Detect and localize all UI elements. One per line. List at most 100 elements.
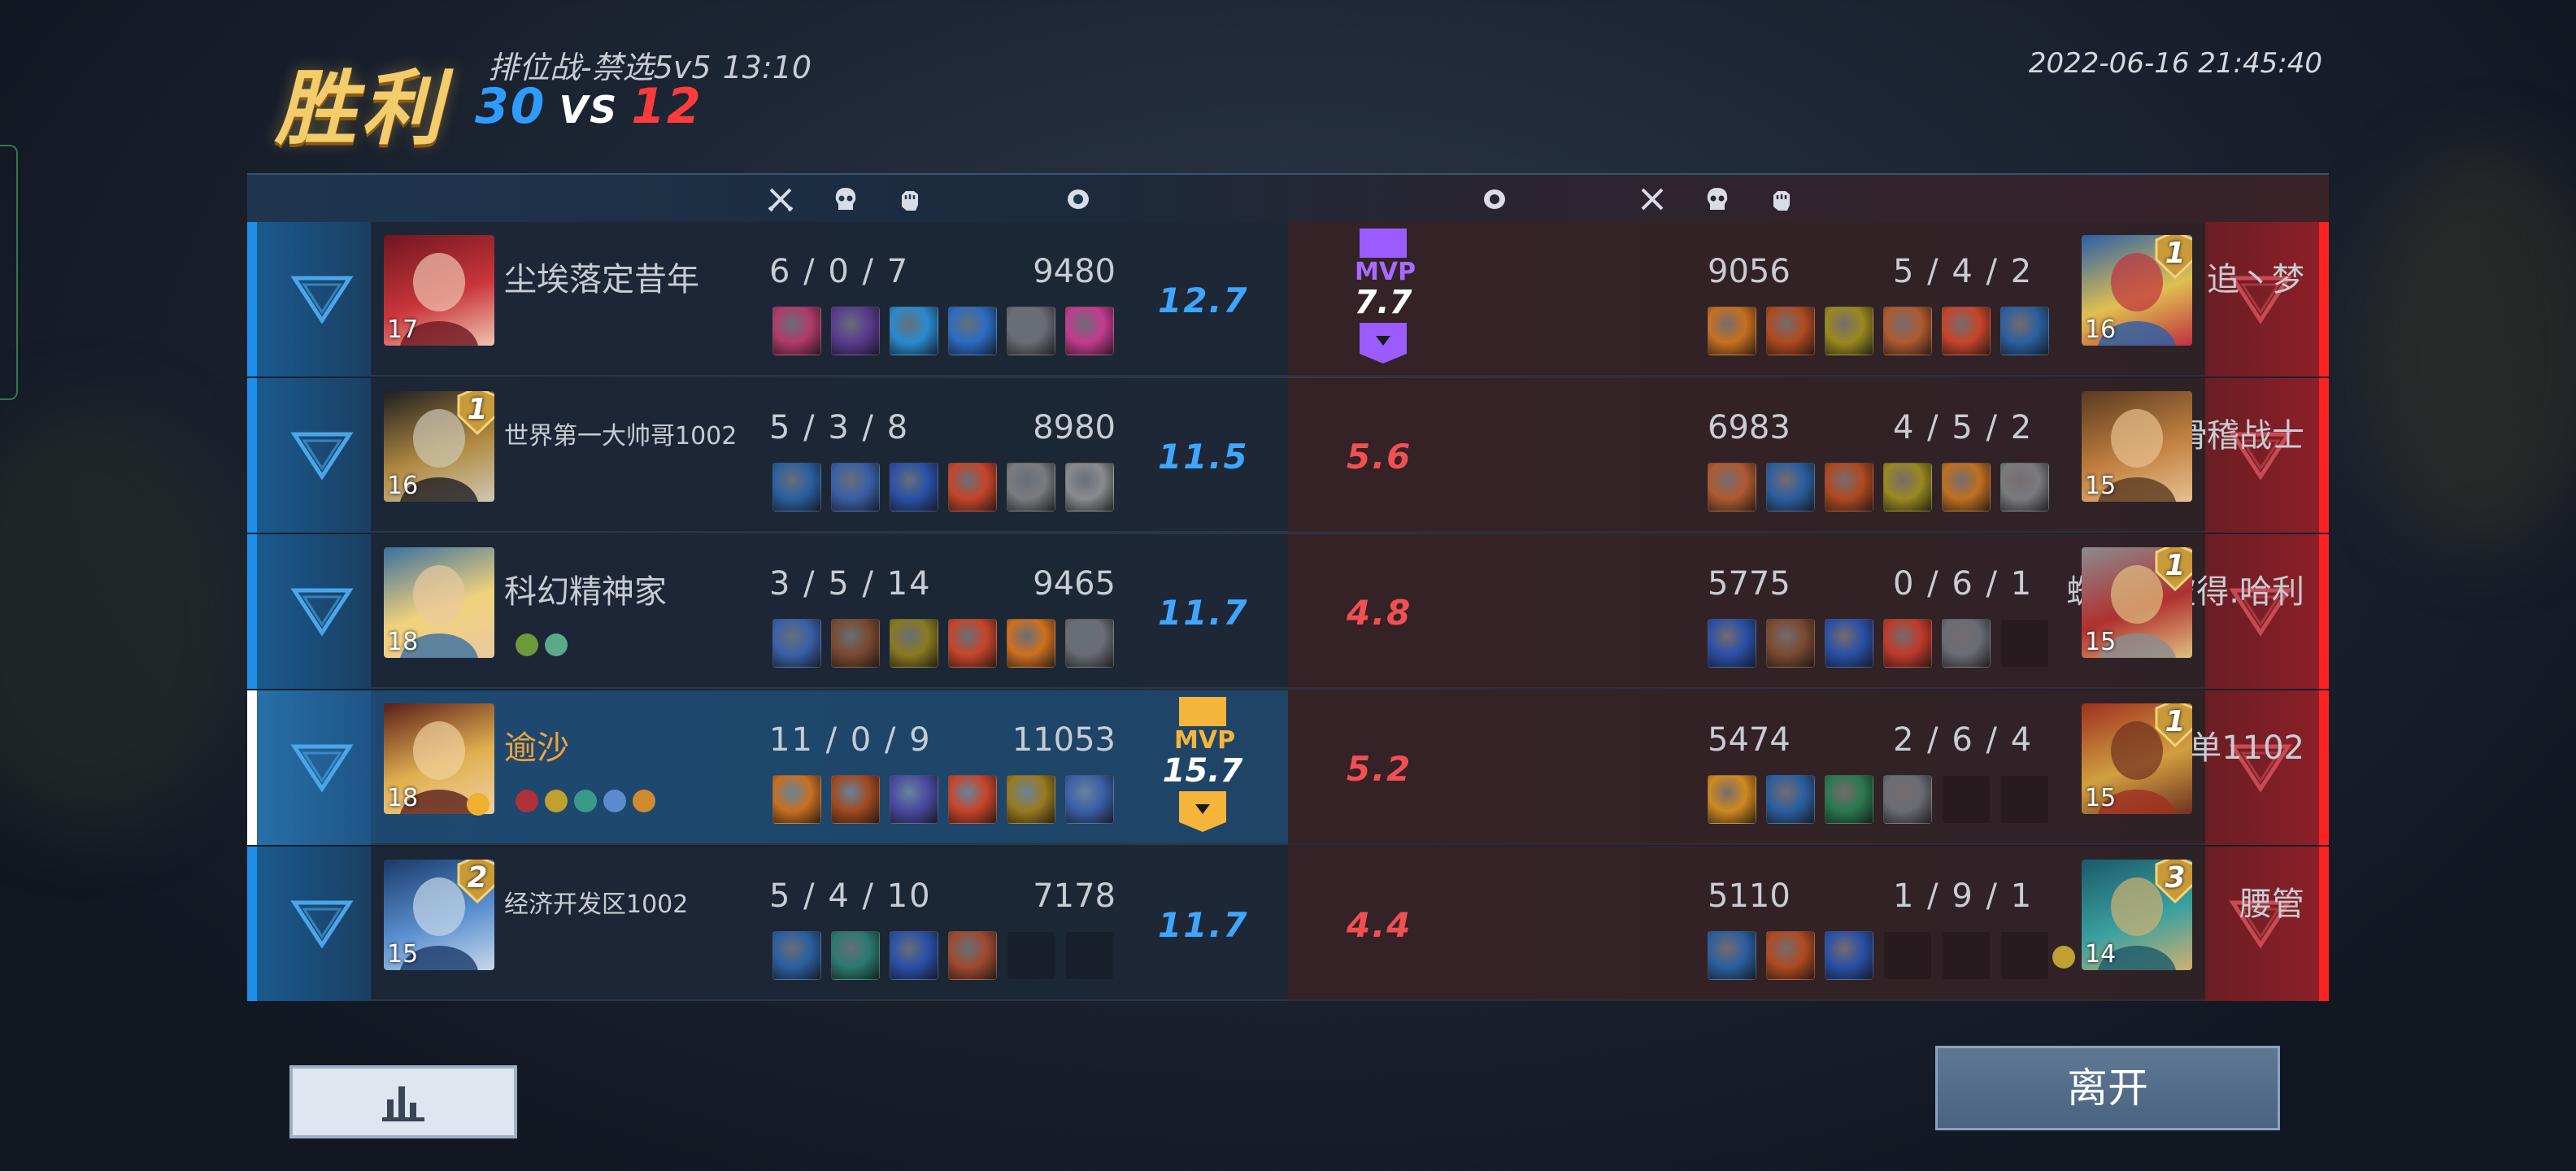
item-icon[interactable] [772,619,821,668]
item-icon[interactable] [948,931,997,980]
empty-item-slot[interactable] [1065,931,1114,980]
leave-button[interactable]: 离开 [1935,1046,2280,1130]
hero-level: 16 [2085,316,2117,344]
item-icon[interactable] [1065,307,1114,355]
empty-item-slot[interactable] [2000,931,2049,980]
item-icon[interactable] [772,775,821,824]
empty-item-slot[interactable] [1883,931,1932,980]
item-icon[interactable] [1065,463,1114,511]
item-icon[interactable] [1007,619,1055,668]
blue-side-marker[interactable] [247,690,371,845]
item-icon[interactable] [1766,619,1815,668]
item-icon[interactable] [1825,931,1873,980]
player-row: 15 2 经济开发区1002 5 / 4 / 10 7178 11.7 4.4 5110 1 /… [247,847,2329,1001]
rank-number: 1 [2165,705,2186,738]
empty-item-slot[interactable] [2000,775,2049,824]
item-icon[interactable] [1825,775,1873,824]
item-icon[interactable] [831,619,880,668]
red-player-panel[interactable]: 4.4 5110 1 / 9 / 1 腰管 14 3 [1288,847,2329,1001]
blue-player-panel[interactable]: 18 逾沙 11 / 0 / 9 11053 MVP 15.7 [247,690,1288,845]
item-icon[interactable] [831,463,880,511]
blue-player-panel[interactable]: 15 2 经济开发区1002 5 / 4 / 10 7178 11.7 [247,847,1288,1001]
blue-side-marker[interactable] [247,222,371,377]
empty-item-slot[interactable] [1942,931,1991,980]
item-icon[interactable] [1007,307,1055,355]
item-icon[interactable] [831,307,880,355]
item-icon[interactable] [890,931,938,980]
hero-avatar: 15 1 [2082,547,2192,658]
red-player-panel[interactable]: 5.6 6983 4 / 5 / 2 滑稽战士 15 [1288,378,2329,533]
item-icon[interactable] [948,307,997,355]
rank-badge: 1 [455,391,494,435]
item-icon[interactable] [1065,619,1114,668]
player-row: 16 1 世界第一大帅哥1002 5 / 3 / 8 8980 11.5 5.6 6983 4 … [247,378,2329,533]
empty-item-slot[interactable] [1007,931,1055,980]
player-gold: 9465 [1033,565,1116,603]
item-icon[interactable] [948,775,997,824]
player-name: 科幻精神家 [504,573,667,611]
item-icon[interactable] [890,619,938,668]
item-icon[interactable] [1825,463,1873,511]
item-icon[interactable] [2000,463,2049,511]
rank-badge: 1 [2153,547,2192,591]
item-icon[interactable] [1708,463,1756,511]
item-icon[interactable] [890,463,938,511]
item-icon[interactable] [1942,463,1991,511]
red-player-panel[interactable]: 5.2 5474 2 / 6 / 4 简单1102 15 1 [1288,690,2329,845]
item-slots [772,775,1114,824]
item-icon[interactable] [1708,931,1756,980]
item-icon[interactable] [772,307,821,355]
item-icon[interactable] [890,775,938,824]
blue-side-marker[interactable] [247,378,371,533]
item-icon[interactable] [1766,775,1815,824]
player-name: 逾沙 [504,729,569,767]
item-icon[interactable] [772,931,821,980]
item-icon[interactable] [1883,619,1932,668]
blue-player-panel[interactable]: 18 科幻精神家 3 / 5 / 14 9465 11.7 [247,534,1288,689]
item-icon[interactable] [1825,619,1873,668]
hero-avatar: 15 [2082,391,2192,502]
item-icon[interactable] [1708,775,1756,824]
item-icon[interactable] [1007,775,1055,824]
player-row: 18 科幻精神家 3 / 5 / 14 9465 11.7 4.8 5775 0 / 6 / … [247,534,2329,689]
item-icon[interactable] [948,463,997,511]
mvp-label: MVP [1355,258,1416,286]
swords-icon [768,188,794,212]
item-icon[interactable] [772,463,821,511]
item-icon[interactable] [890,307,938,355]
skull-icon [1707,188,1728,210]
item-icon[interactable] [1825,307,1873,355]
stats-button[interactable] [289,1065,517,1138]
blue-side-marker[interactable] [247,847,371,1001]
skull-icon [835,188,856,210]
item-icon[interactable] [1883,775,1932,824]
item-icon[interactable] [1065,775,1114,824]
hero-level: 16 [387,472,419,500]
item-icon[interactable] [1883,307,1932,355]
blue-player-panel[interactable]: 17 尘埃落定昔年 6 / 0 / 7 9480 12.7 [247,222,1288,377]
item-icon[interactable] [1942,307,1991,355]
blue-player-panel[interactable]: 16 1 世界第一大帅哥1002 5 / 3 / 8 8980 11.5 [247,378,1288,533]
item-icon[interactable] [1883,463,1932,511]
item-icon[interactable] [1942,619,1991,668]
item-icon[interactable] [1007,463,1055,511]
red-player-panel[interactable]: 4.857750 / 6 / 1蜘蛛侠彼得.哈利151 [1288,534,2329,689]
item-icon[interactable] [1766,463,1815,511]
empty-item-slot[interactable] [2000,619,2049,668]
item-icon[interactable] [831,931,880,980]
item-icon[interactable] [1766,307,1815,355]
blue-side-marker[interactable] [247,534,371,689]
item-icon[interactable] [1766,931,1815,980]
item-icon[interactable] [1708,307,1756,355]
scoreboard-header [247,173,2329,222]
player-kda: 11 / 0 / 9 [769,721,932,759]
item-icon[interactable] [2000,307,2049,355]
item-icon[interactable] [1708,619,1756,668]
item-icon[interactable] [948,619,997,668]
item-icon[interactable] [831,775,880,824]
rank-number: 1 [467,393,488,426]
bar-chart-icon [382,1086,424,1121]
red-player-panel[interactable]: MVP 7.7 9056 5 / 4 / 2 追丶梦 16 1 [1288,222,2329,377]
empty-item-slot[interactable] [1942,775,1991,824]
player-rating: 11.5 [1158,437,1249,477]
